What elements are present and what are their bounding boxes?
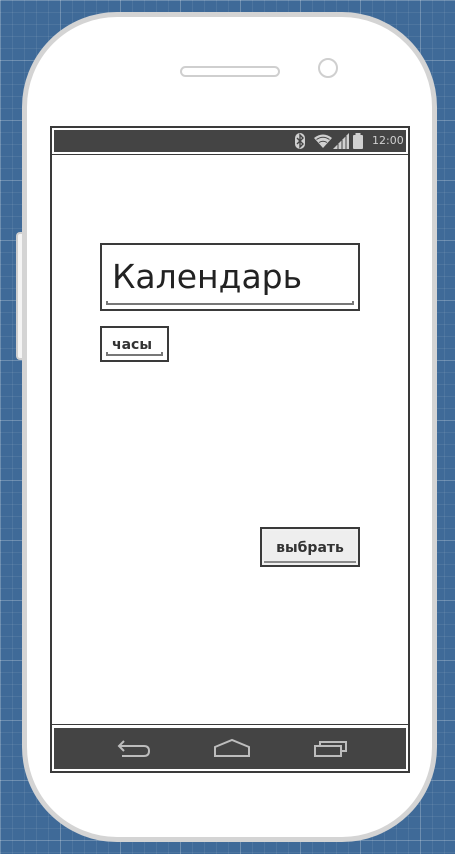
phone-screen: 12:00 xyxy=(50,126,410,773)
hours-underline xyxy=(106,352,163,356)
page-title: Календарь xyxy=(112,257,303,296)
recent-apps-icon[interactable] xyxy=(313,738,349,762)
status-time: 12:00 xyxy=(372,134,404,147)
phone-speaker xyxy=(180,66,280,77)
signal-icon xyxy=(333,133,349,153)
status-divider xyxy=(52,154,408,155)
select-button[interactable]: выбрать xyxy=(260,527,360,567)
bluetooth-icon xyxy=(294,133,306,153)
phone-camera xyxy=(318,58,338,78)
select-button-face: выбрать xyxy=(264,531,356,563)
select-button-label: выбрать xyxy=(276,540,344,556)
wifi-icon xyxy=(314,133,332,153)
home-icon[interactable] xyxy=(213,738,251,762)
navigation-bar xyxy=(54,728,406,769)
status-bar: 12:00 xyxy=(54,130,406,152)
title-label-box: Календарь xyxy=(100,243,360,311)
battery-icon xyxy=(352,133,364,153)
title-underline xyxy=(106,301,354,305)
hours-label: часы xyxy=(112,337,153,353)
hours-input[interactable]: часы xyxy=(100,326,169,362)
nav-divider xyxy=(52,724,408,725)
back-icon[interactable] xyxy=(116,738,152,762)
